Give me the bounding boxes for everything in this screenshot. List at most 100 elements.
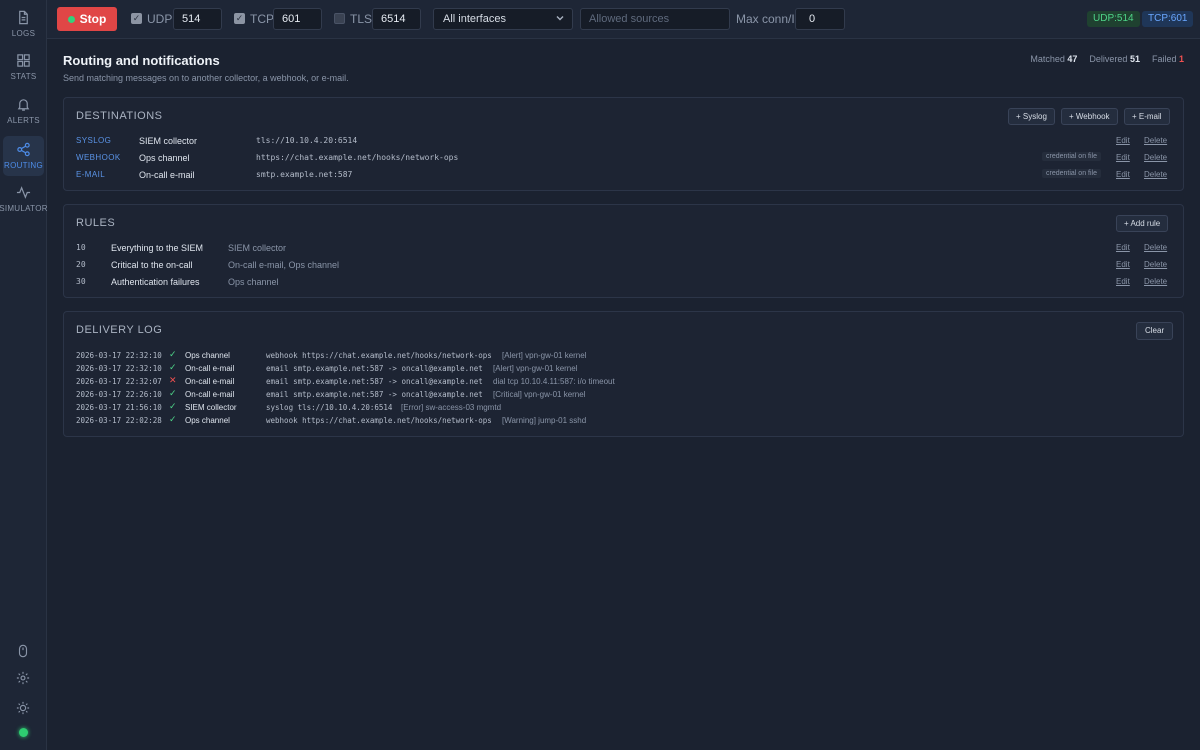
page-title: Routing and notifications — [63, 53, 220, 68]
edit-link[interactable]: Edit — [1116, 277, 1130, 286]
edit-link[interactable]: Edit — [1116, 153, 1130, 162]
log-row: 2026-03-17 21:56:10 ✓ SIEM collector sys… — [76, 400, 1171, 413]
nav-alerts[interactable]: ALERTS — [3, 91, 44, 131]
rule-order: 10 — [76, 243, 86, 252]
rule-destinations: On-call e-mail, Ops channel — [228, 260, 340, 270]
delivery-log-title: DELIVERY LOG — [76, 324, 163, 336]
udp-checkbox[interactable]: ✓ — [131, 13, 142, 24]
clear-log-button[interactable]: Clear — [1136, 322, 1174, 340]
failed-stat: Failed 1 — [1151, 54, 1184, 64]
running-dot — [67, 15, 75, 23]
rule-name: Critical to the on-call — [111, 260, 193, 270]
nav-routing[interactable]: ROUTING — [3, 136, 44, 176]
stop-button-label: Stop — [79, 12, 107, 26]
add-rule-button[interactable]: + Add rule — [1116, 215, 1169, 232]
log-time: 2026-03-17 21:56:10 — [76, 403, 162, 412]
destination-row: E-MAIL On-call e-mail smtp.example.net:5… — [76, 167, 1171, 184]
edit-link[interactable]: Edit — [1116, 136, 1130, 145]
max-conn-input[interactable]: 0 — [795, 8, 845, 30]
log-row: 2026-03-17 22:02:28 ✓ Ops channel webhoo… — [76, 413, 1171, 426]
log-message: [Critical] vpn-gw-01 kernel — [493, 390, 586, 399]
log-time: 2026-03-17 22:32:10 — [76, 351, 162, 360]
nav-routing-label: ROUTING — [4, 161, 43, 170]
log-destination: On-call e-mail — [185, 377, 235, 386]
check-icon: ✓ — [169, 401, 177, 411]
edit-link[interactable]: Edit — [1116, 260, 1130, 269]
log-row: 2026-03-17 22:32:10 ✓ On-call e-mail ema… — [76, 361, 1171, 374]
destination-row: SYSLOG SIEM collector tls://10.10.4.20:6… — [76, 133, 1171, 150]
share-icon — [17, 142, 30, 157]
delete-link[interactable]: Delete — [1144, 243, 1167, 252]
destination-kind: E-MAIL — [76, 170, 106, 179]
check-icon: ✓ — [169, 362, 177, 372]
udp-status-badge: UDP:514 — [1087, 11, 1140, 27]
log-detail: email smtp.example.net:587 -> oncall@exa… — [266, 364, 483, 373]
log-destination: SIEM collector — [185, 403, 237, 412]
tcp-port-input[interactable]: 601 — [273, 8, 322, 30]
log-row: 2026-03-17 22:32:07 ✕ On-call e-mail ema… — [76, 374, 1171, 387]
credential-badge: credential on file — [1042, 152, 1101, 161]
destinations-panel: DESTINATIONS + Syslog + Webhook + E-mail… — [63, 97, 1184, 191]
add-webhook-button[interactable]: + Webhook — [1061, 108, 1118, 125]
add-syslog-button[interactable]: + Syslog — [1008, 108, 1055, 125]
top-bar: Stop ✓ UDP 514 ✓ TCP 601 TLS 6514 All in… — [47, 0, 1200, 39]
tls-port-input[interactable]: 6514 — [372, 8, 421, 30]
destination-row: WEBHOOK Ops channel https://chat.example… — [76, 150, 1171, 167]
log-detail: syslog tls://10.10.4.20:6514 — [266, 403, 393, 412]
tcp-label: TCP — [250, 12, 274, 26]
log-message: [Warning] jump-01 sshd — [502, 416, 587, 425]
log-destination: Ops channel — [185, 351, 230, 360]
sun-icon[interactable] — [14, 699, 32, 717]
allowed-sources-input[interactable]: Allowed sources — [580, 8, 730, 30]
stop-button[interactable]: Stop — [57, 7, 117, 31]
rule-row: 20 Critical to the on-call On-call e-mai… — [76, 257, 1171, 274]
log-destination: On-call e-mail — [185, 364, 235, 373]
tls-checkbox[interactable] — [334, 13, 345, 24]
log-row: 2026-03-17 22:32:10 ✓ Ops channel webhoo… — [76, 348, 1171, 361]
delete-link[interactable]: Delete — [1144, 260, 1167, 269]
log-message: [Error] sw-access-03 mgmtd — [401, 403, 502, 412]
delete-link[interactable]: Delete — [1144, 277, 1167, 286]
nav-simulator[interactable]: SIMULATOR — [0, 179, 48, 219]
rule-name: Everything to the SIEM — [111, 243, 204, 253]
rules-panel: RULES + Add rule 10 Everything to the SI… — [63, 204, 1184, 298]
log-detail: webhook https://chat.example.net/hooks/n… — [266, 351, 492, 360]
nav-alerts-label: ALERTS — [7, 116, 40, 125]
log-detail: email smtp.example.net:587 -> oncall@exa… — [266, 377, 483, 386]
log-time: 2026-03-17 22:26:10 — [76, 390, 162, 399]
log-destination: Ops channel — [185, 416, 230, 425]
rule-row: 30 Authentication failures Ops channel E… — [76, 274, 1171, 291]
destination-target: smtp.example.net:587 — [256, 170, 353, 179]
udp-port-input[interactable]: 514 — [173, 8, 222, 30]
mouse-icon[interactable] — [14, 642, 32, 660]
log-time: 2026-03-17 22:02:28 — [76, 416, 162, 425]
edit-link[interactable]: Edit — [1116, 243, 1130, 252]
add-email-button[interactable]: + E-mail — [1124, 108, 1170, 125]
interface-value: All interfaces — [443, 13, 506, 25]
nav-logs-label: LOGS — [11, 29, 36, 38]
log-detail: webhook https://chat.example.net/hooks/n… — [266, 416, 492, 425]
edit-link[interactable]: Edit — [1116, 170, 1130, 179]
pulse-icon — [16, 186, 31, 199]
log-detail: email smtp.example.net:587 -> oncall@exa… — [266, 390, 483, 399]
delete-link[interactable]: Delete — [1144, 170, 1167, 179]
nav-simulator-label: SIMULATOR — [0, 204, 48, 213]
delete-link[interactable]: Delete — [1144, 153, 1167, 162]
rule-name: Authentication failures — [111, 277, 200, 287]
destinations-title: DESTINATIONS — [76, 110, 163, 122]
rules-title: RULES — [76, 217, 116, 229]
delete-link[interactable]: Delete — [1144, 136, 1167, 145]
tcp-checkbox[interactable]: ✓ — [234, 13, 245, 24]
check-icon: ✓ — [169, 349, 177, 359]
nav-logs[interactable]: LOGS — [3, 4, 44, 44]
page-subtitle: Send matching messages on to another col… — [63, 73, 349, 83]
rule-destinations: SIEM collector — [228, 243, 287, 253]
log-row: 2026-03-17 22:26:10 ✓ On-call e-mail ema… — [76, 387, 1171, 400]
destination-target: https://chat.example.net/hooks/network-o… — [256, 153, 459, 162]
nav-stats[interactable]: STATS — [3, 47, 44, 87]
delivered-stat: Delivered 51 — [1089, 54, 1140, 64]
destination-target: tls://10.10.4.20:6514 — [256, 136, 358, 145]
log-time: 2026-03-17 22:32:10 — [76, 364, 162, 373]
interface-select[interactable]: All interfaces — [433, 8, 573, 30]
gear-icon[interactable] — [14, 669, 32, 687]
